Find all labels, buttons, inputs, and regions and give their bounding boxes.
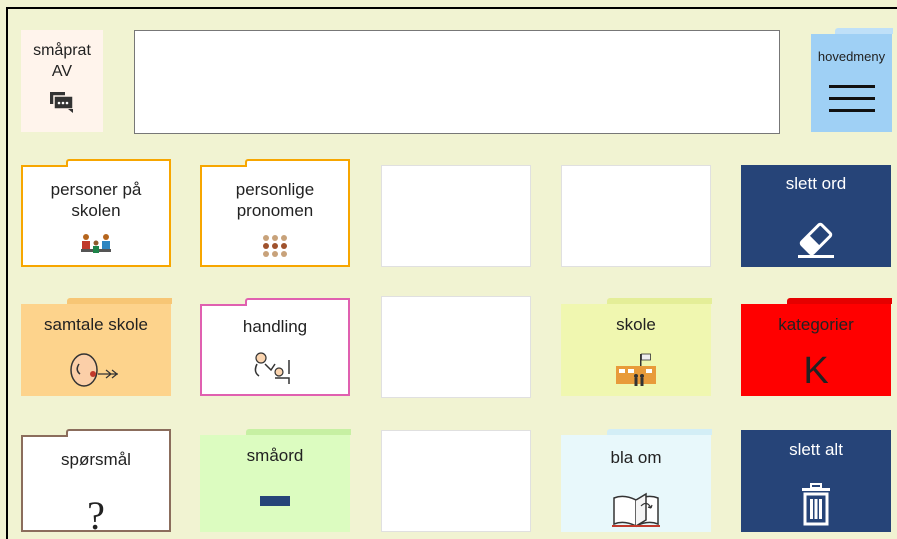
hamburger-menu-icon — [828, 84, 875, 114]
speaking-face-icon — [66, 352, 126, 388]
action-icon — [249, 350, 301, 386]
main-menu-label: hovedmeny — [817, 49, 886, 64]
page-turn-label: bla om — [610, 448, 662, 467]
personal-pronouns-button[interactable]: personlige pronomen — [200, 159, 350, 267]
delete-word-label: slett ord — [785, 174, 847, 193]
school-conversation-label: samtale skole — [44, 315, 148, 334]
chat-icon — [49, 90, 75, 114]
school-button[interactable]: skole — [561, 298, 712, 396]
school-building-icon — [614, 352, 658, 388]
action-label: handling — [242, 317, 308, 336]
page-turn-button[interactable]: bla om — [561, 429, 712, 532]
people-at-school-icon — [79, 233, 113, 257]
message-bar[interactable] — [134, 30, 780, 134]
small-words-label: småord — [246, 446, 304, 465]
small-words-button[interactable]: småord — [200, 429, 351, 532]
questions-button[interactable]: spørsmål ? — [21, 429, 171, 538]
dash-icon — [260, 496, 290, 506]
categories-button[interactable]: kategorier K — [741, 298, 892, 396]
people-at-school-button[interactable]: personer på skolen — [21, 159, 171, 267]
delete-all-label: slett alt — [789, 440, 843, 459]
main-menu-button[interactable]: hovedmeny — [811, 28, 893, 132]
people-at-school-label: personer på skolen — [50, 180, 142, 220]
chat-toggle-button[interactable]: småprat AV — [21, 30, 103, 132]
trash-icon — [799, 482, 833, 526]
question-mark-icon: ? — [87, 493, 105, 538]
empty-cell[interactable] — [561, 165, 711, 267]
empty-cell[interactable] — [381, 430, 531, 532]
questions-label: spørsmål — [61, 450, 131, 469]
school-label: skole — [616, 315, 656, 334]
personal-pronouns-icon — [260, 233, 290, 257]
chat-toggle-label: småprat AV — [33, 42, 91, 80]
delete-all-button[interactable]: slett alt — [741, 430, 891, 532]
school-conversation-button[interactable]: samtale skole — [21, 298, 172, 396]
book-page-turn-icon — [610, 492, 662, 528]
action-button[interactable]: handling — [200, 298, 350, 396]
categories-letter: K — [803, 350, 829, 392]
delete-word-button[interactable]: slett ord — [741, 165, 891, 267]
personal-pronouns-label: personlige pronomen — [235, 180, 315, 220]
empty-cell[interactable] — [381, 165, 531, 267]
empty-cell[interactable] — [381, 296, 531, 398]
categories-label: kategorier — [778, 315, 854, 334]
eraser-icon — [792, 221, 840, 259]
